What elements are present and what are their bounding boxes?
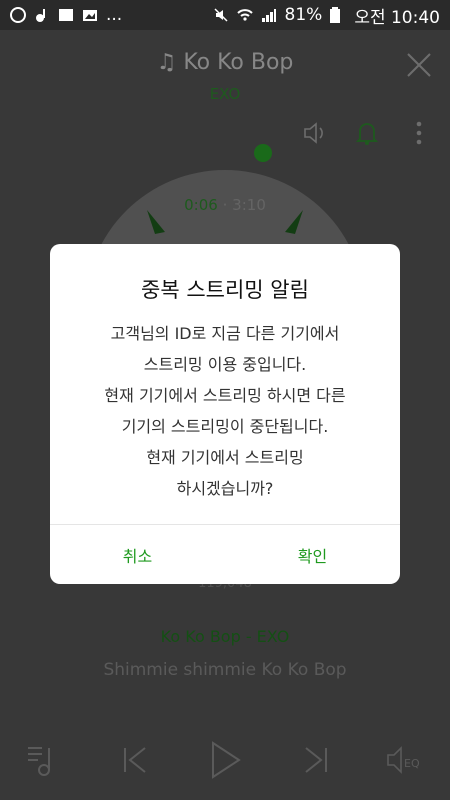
mute-icon — [213, 7, 229, 23]
signal-icon — [261, 7, 277, 23]
dialog-message-line: 현재 기기에서 스트리밍 — [146, 448, 304, 467]
dialog-message: 고객님의 ID로 지금 다른 기기에서 스트리밍 이용 중입니다. 현재 기기에… — [50, 318, 400, 504]
image-notification-icon — [82, 7, 98, 23]
more-notifications: ... — [106, 5, 123, 25]
cancel-button[interactable]: 취소 — [50, 525, 225, 584]
wifi-icon — [236, 7, 253, 23]
battery-percent: 81% — [284, 5, 323, 25]
app-notification-icon — [10, 7, 26, 23]
text-notification-icon — [58, 7, 74, 23]
clock: 오전 10:40 — [354, 7, 440, 28]
battery-icon — [330, 7, 346, 23]
dialog-buttons: 취소 확인 — [50, 525, 400, 584]
confirm-button[interactable]: 확인 — [225, 525, 400, 584]
dialog-message-line: 기기의 스트리밍이 중단됩니다. — [121, 417, 329, 436]
music-notification-icon — [34, 7, 50, 23]
status-left: ... — [10, 5, 122, 25]
dialog-title: 중복 스트리밍 알림 — [141, 278, 309, 302]
duplicate-streaming-dialog: 중복 스트리밍 알림 고객님의 ID로 지금 다른 기기에서 스트리밍 이용 중… — [50, 244, 400, 584]
status-bar: ... 81% 오전 10:40 — [0, 0, 450, 30]
dialog-message-line: 고객님의 ID로 지금 다른 기기에서 — [110, 324, 340, 343]
dialog-message-line: 현재 기기에서 스트리밍 하시면 다른 — [104, 386, 346, 405]
status-right: 81% 오전 10:40 — [213, 3, 440, 28]
dialog-message-line: 스트리밍 이용 중입니다. — [143, 355, 307, 374]
dialog-message-line: 하시겠습니까? — [176, 479, 274, 498]
